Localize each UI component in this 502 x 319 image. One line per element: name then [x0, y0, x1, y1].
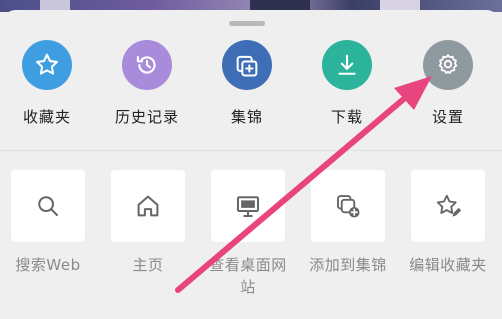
edit-favorite-icon	[436, 194, 462, 217]
collections-button[interactable]: 集锦	[202, 40, 292, 140]
search-web-button[interactable]: 搜索Web	[2, 170, 94, 276]
desktop-icon	[237, 196, 259, 217]
desktop-tile	[211, 170, 285, 242]
download-icon	[322, 40, 372, 90]
collections-label: 集锦	[230, 108, 263, 126]
settings-label: 设置	[431, 108, 464, 126]
add-to-collection-tile	[311, 170, 385, 242]
desktop-site-button[interactable]: 查看桌面网站	[202, 170, 294, 298]
home-label: 主页	[132, 256, 164, 274]
history-icon	[122, 40, 172, 90]
edit-favorites-button[interactable]: 编辑收藏夹	[402, 170, 494, 276]
shortcuts-row: 搜索Web 主页 查看桌面网站 添加到集锦 编辑收藏夹	[0, 170, 502, 319]
downloads-button[interactable]: 下载	[302, 40, 392, 140]
bottom-menu-sheet: 收藏夹 历史记录 集锦 下载 设置 搜索Web 主页 查看桌面网站 添加到集锦 …	[0, 10, 502, 319]
history-label: 历史记录	[114, 108, 179, 126]
add-to-collection-button[interactable]: 添加到集锦	[302, 170, 394, 276]
favorites-button[interactable]: 收藏夹	[2, 40, 92, 140]
search-tile	[11, 170, 85, 242]
desktop-site-label: 查看桌面网站	[209, 256, 287, 296]
quick-actions-row: 收藏夹 历史记录 集锦 下载 设置	[0, 40, 502, 140]
home-icon	[137, 195, 159, 217]
gear-icon	[423, 40, 473, 90]
edit-favorites-tile	[411, 170, 485, 242]
add-to-collection-icon	[337, 195, 360, 218]
downloads-label: 下载	[330, 108, 363, 126]
search-icon	[38, 196, 58, 216]
section-divider	[0, 150, 502, 151]
search-web-label: 搜索Web	[15, 256, 81, 274]
settings-button[interactable]: 设置	[403, 40, 493, 140]
add-to-collection-label: 添加到集锦	[309, 256, 387, 274]
drag-handle[interactable]	[229, 21, 265, 26]
edit-favorites-label: 编辑收藏夹	[409, 256, 487, 274]
home-tile	[111, 170, 185, 242]
collections-icon	[222, 40, 272, 90]
home-button[interactable]: 主页	[102, 170, 194, 276]
favorites-label: 收藏夹	[22, 108, 71, 126]
history-button[interactable]: 历史记录	[102, 40, 192, 140]
star-icon	[22, 40, 72, 90]
